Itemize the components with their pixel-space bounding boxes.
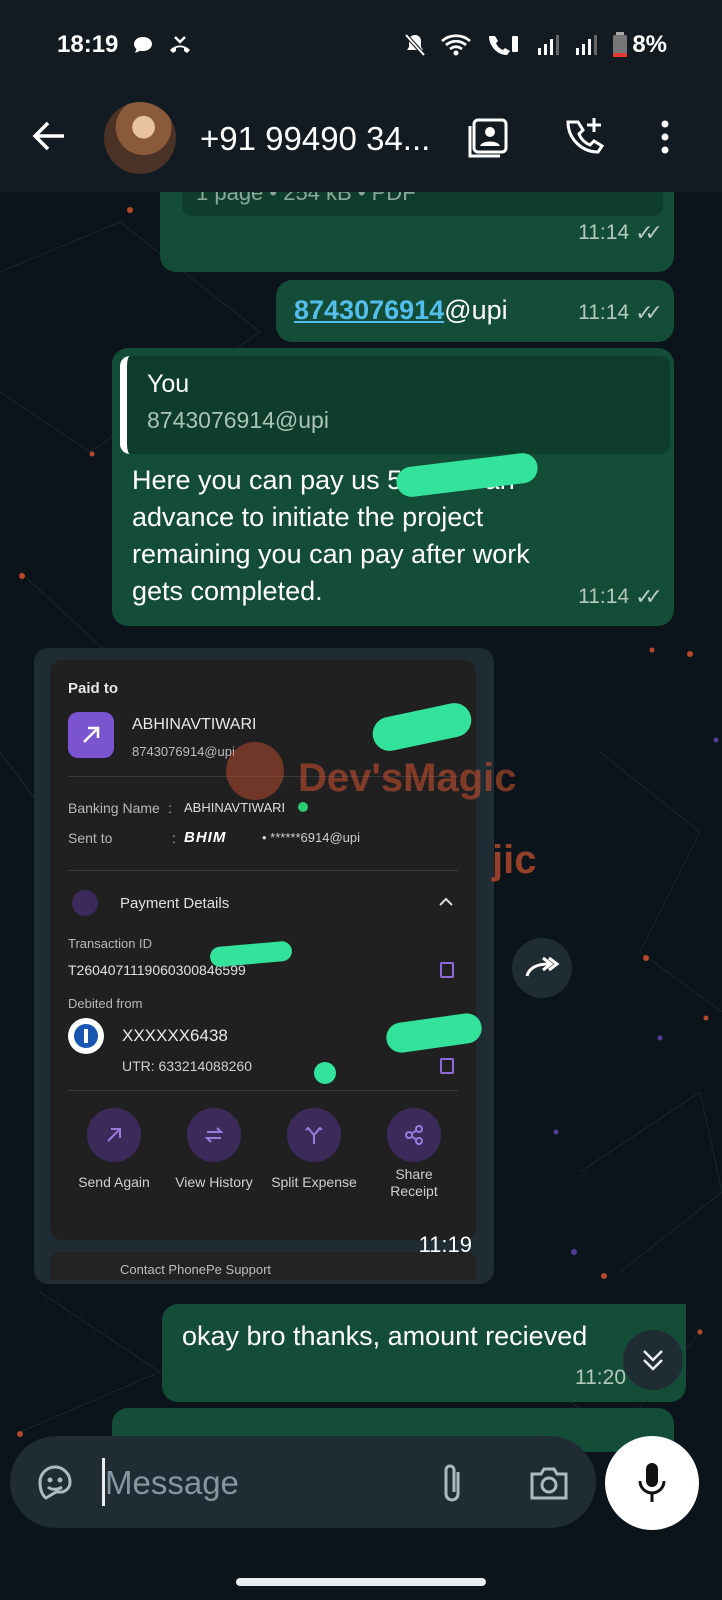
- message-text: okay bro thanks, amount recieved: [182, 1321, 588, 1351]
- quoted-message[interactable]: You 8743076914@upi: [120, 356, 670, 454]
- send-again-action[interactable]: Send Again: [68, 1108, 160, 1191]
- watermark-logo: [226, 742, 284, 800]
- attach-icon[interactable]: [436, 1460, 470, 1506]
- message-time: 11:14: [578, 301, 630, 324]
- share-receipt-action[interactable]: Share Receipt: [368, 1108, 460, 1200]
- battery-icon: [613, 32, 628, 57]
- signal-icon-2: [576, 35, 598, 55]
- account-number: XXXXXX6438: [122, 1026, 228, 1045]
- verified-icon: [298, 802, 308, 812]
- chevron-up-icon[interactable]: [438, 896, 454, 908]
- message-line-4: gets completed.: [132, 576, 323, 606]
- more-options-icon[interactable]: [642, 114, 688, 160]
- forward-icon: [525, 956, 560, 977]
- reply-message-bubble[interactable]: You 8743076914@upi Here you can pay us 5…: [112, 348, 674, 626]
- support-text: Contact PhonePe Support: [120, 1262, 272, 1277]
- forward-button[interactable]: [512, 938, 572, 998]
- contact-avatar[interactable]: [104, 102, 176, 174]
- support-row-partial: Contact PhonePe Support: [50, 1252, 476, 1280]
- double-tick-icon: ✓✓: [635, 584, 663, 609]
- sticker-icon[interactable]: [34, 1462, 76, 1504]
- wifi-calling-icon: [489, 36, 519, 55]
- message-time: 11:14: [578, 221, 630, 244]
- double-chevron-down-icon: [643, 1350, 663, 1371]
- sent-to-label: Sent to: [68, 830, 113, 846]
- swap-arrows-icon: [204, 1127, 224, 1143]
- split-icon: [305, 1126, 323, 1144]
- sent-to-value: • ******6914@upi: [262, 830, 360, 845]
- redaction-dot: [314, 1062, 336, 1084]
- banking-name-value: ABHINAVTIWARI: [184, 800, 286, 815]
- banking-name-label: Banking Name: [68, 800, 160, 816]
- divider: [68, 1090, 458, 1091]
- microphone-icon: [638, 1463, 666, 1502]
- copy-icon[interactable]: [440, 1058, 454, 1074]
- missed-call-icon: [170, 36, 191, 53]
- upi-message-bubble[interactable]: 8743076914@upi 11:14 ✓✓: [276, 280, 674, 342]
- status-time: 18:19: [57, 31, 119, 58]
- quote-text: 8743076914@upi: [147, 407, 329, 433]
- home-indicator: [236, 1578, 486, 1586]
- bhim-logo: BHIM: [184, 829, 227, 846]
- copy-icon[interactable]: [440, 962, 454, 978]
- camera-icon[interactable]: [528, 1464, 570, 1502]
- watermark: Dev'sMagic: [298, 756, 517, 800]
- back-arrow-icon[interactable]: [28, 115, 70, 157]
- mute-icon: [404, 33, 426, 57]
- payee-upi: 8743076914@upi: [132, 744, 235, 759]
- chat-header: +91 99490 34...: [0, 90, 722, 192]
- payment-details-icon: [72, 890, 98, 916]
- arrow-up-right-icon: [107, 1128, 121, 1142]
- battery-percent: 8%: [632, 31, 667, 58]
- upi-link[interactable]: 8743076914: [294, 295, 444, 325]
- bank-logo-icon: [68, 1018, 104, 1054]
- payee-icon: [68, 712, 114, 758]
- paid-to-label: Paid to: [68, 680, 119, 697]
- message-time: 11:20: [575, 1366, 626, 1389]
- wifi-icon: [441, 34, 472, 56]
- scroll-to-bottom-button[interactable]: [623, 1330, 683, 1390]
- message-time: 11:14: [578, 585, 630, 608]
- file-info: 1 page • 254 kB • PDF: [182, 192, 663, 216]
- contact-card-icon[interactable]: [466, 114, 512, 160]
- signal-icon-1: [538, 35, 560, 55]
- watermark-partial: jic: [492, 838, 537, 882]
- add-call-icon[interactable]: [560, 114, 606, 160]
- message-placeholder: Message: [105, 1464, 239, 1501]
- divider: [68, 870, 458, 871]
- split-expense-action[interactable]: Split Expense: [268, 1108, 360, 1191]
- message-line-3: remaining you can pay after work: [132, 539, 530, 569]
- pdf-message-bubble[interactable]: 1 page • 254 kB • PDF 11:14 ✓✓: [160, 192, 674, 272]
- utr-number: UTR: 633214088260: [122, 1058, 252, 1074]
- contact-name[interactable]: +91 99490 34...: [200, 120, 430, 158]
- received-image-message[interactable]: Paid to ABHINAVTIWARI 8743076914@upi Dev…: [34, 648, 517, 1284]
- double-tick-icon: ✓✓: [635, 220, 663, 245]
- debited-from-label: Debited from: [68, 996, 143, 1011]
- view-history-action[interactable]: View History: [168, 1108, 260, 1191]
- message-line-2: advance to initiate the project: [132, 502, 484, 532]
- upi-suffix: @upi: [444, 295, 508, 325]
- status-bar: 18:19 8%: [0, 0, 722, 90]
- transaction-id-label: Transaction ID: [68, 936, 153, 951]
- mic-button[interactable]: [605, 1436, 699, 1530]
- chat-notification-icon: [134, 37, 153, 53]
- payment-details-label: Payment Details: [120, 895, 230, 912]
- double-tick-icon: ✓✓: [635, 300, 663, 325]
- payee-name: ABHINAVTIWARI: [132, 716, 257, 733]
- message-time: 11:19: [418, 1232, 472, 1257]
- share-icon: [405, 1125, 423, 1145]
- quote-author: You: [147, 370, 190, 398]
- chat-area[interactable]: 1 page • 254 kB • PDF 11:14 ✓✓ 874307691…: [0, 192, 722, 1452]
- outgoing-message-bubble[interactable]: okay bro thanks, amount recieved 11:20: [162, 1304, 686, 1402]
- message-field[interactable]: Message: [10, 1436, 596, 1528]
